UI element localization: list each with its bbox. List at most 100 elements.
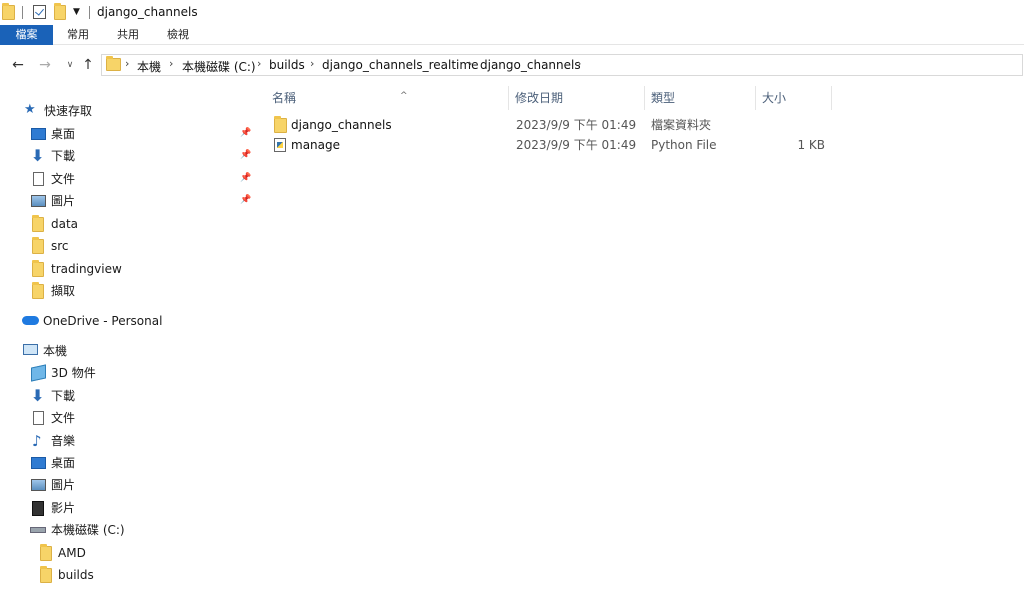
file-type: Python File: [651, 138, 717, 152]
sidebar-item-label: 3D 物件: [51, 366, 96, 380]
sidebar-item-pc-pictures[interactable]: 圖片: [30, 475, 230, 495]
desktop-icon: [31, 457, 46, 469]
sidebar-item-builds[interactable]: builds: [38, 565, 228, 585]
tab-view[interactable]: 檢視: [156, 25, 200, 45]
download-icon: ⬇: [31, 386, 45, 405]
breadcrumb-this-pc[interactable]: 本機: [137, 58, 161, 75]
sidebar-item-onedrive[interactable]: OneDrive - Personal: [22, 311, 242, 331]
breadcrumb-builds[interactable]: builds: [269, 58, 305, 72]
sidebar-item-this-pc[interactable]: 本機: [22, 341, 242, 361]
pin-icon[interactable]: 📌: [240, 127, 251, 139]
computer-icon: [23, 344, 38, 355]
sidebar-item-label: 桌面: [51, 127, 76, 141]
column-header-name[interactable]: ^ 名稱: [272, 91, 508, 115]
column-header-label: 大小: [762, 91, 787, 105]
table-row[interactable]: django_channels 2023/9/9 下午 01:49 檔案資料夾: [269, 115, 829, 135]
breadcrumb-django-channels[interactable]: django_channels: [480, 58, 581, 72]
folder-icon: [32, 237, 44, 254]
sidebar-item-label: tradingview: [51, 262, 122, 276]
sidebar-item-src[interactable]: src: [30, 236, 230, 256]
column-header-size[interactable]: 大小: [762, 91, 832, 115]
file-list: ^ 名稱 修改日期 類型 大小 django_channels 2023/9/9…: [255, 84, 1024, 590]
sidebar-item-videos[interactable]: 影片: [30, 498, 230, 518]
sidebar-item-label: 文件: [51, 172, 76, 186]
chevron-right-icon[interactable]: ›: [125, 57, 129, 70]
tab-file[interactable]: 檔案: [0, 25, 53, 45]
column-header-label: 名稱: [272, 91, 297, 105]
sidebar-item-data[interactable]: data: [30, 214, 230, 234]
sidebar-item-music[interactable]: ♪ 音樂: [30, 431, 230, 451]
window-title: django_channels: [97, 5, 198, 19]
sidebar-item-label: 文件: [51, 411, 76, 425]
column-header-label: 類型: [651, 91, 676, 105]
sidebar-item-label: 圖片: [51, 194, 76, 208]
navigation-bar: ← → ∨ ↑ › 本機 › 本機磁碟 (C:) › builds › djan…: [0, 46, 1024, 84]
column-header-modified[interactable]: 修改日期: [515, 91, 643, 115]
address-bar[interactable]: › 本機 › 本機磁碟 (C:) › builds › django_chann…: [101, 54, 1023, 76]
file-size: 1 KB: [797, 138, 825, 152]
ribbon-tabs: 檔案 常用 共用 檢視: [0, 25, 1024, 45]
breadcrumb-django-channels-realtime[interactable]: django_channels_realtime: [322, 58, 478, 72]
divider: [22, 6, 23, 19]
pin-icon[interactable]: 📌: [240, 149, 251, 161]
folder-icon: [32, 215, 44, 232]
sidebar-item-pc-desktop[interactable]: 桌面: [30, 453, 230, 473]
column-divider[interactable]: [755, 86, 756, 110]
sidebar-item-3d-objects[interactable]: 3D 物件: [30, 363, 230, 383]
up-arrow-icon[interactable]: ↑: [80, 56, 96, 74]
recent-locations-icon[interactable]: ∨: [62, 56, 78, 74]
sidebar-item-label: 本機: [43, 344, 68, 358]
sidebar-item-desktop[interactable]: 桌面 📌: [30, 124, 255, 144]
column-header-label: 修改日期: [515, 91, 564, 105]
sidebar-item-label: 音樂: [51, 434, 76, 448]
sidebar-item-pictures[interactable]: 圖片 📌: [30, 191, 255, 211]
sidebar-item-downloads[interactable]: ⬇ 下載 📌: [30, 146, 255, 166]
3d-objects-icon: [31, 364, 46, 382]
pin-icon[interactable]: 📌: [240, 172, 251, 184]
chevron-right-icon[interactable]: ›: [577, 57, 581, 70]
sidebar-item-pc-documents[interactable]: 文件: [30, 408, 230, 428]
new-folder-icon[interactable]: [54, 3, 66, 20]
sidebar-item-pc-downloads[interactable]: ⬇ 下載: [30, 386, 230, 406]
table-row[interactable]: manage 2023/9/9 下午 01:49 Python File 1 K…: [269, 135, 829, 155]
folder-icon: [32, 282, 44, 299]
sidebar-item-label: AMD: [58, 546, 86, 560]
back-arrow-icon[interactable]: ←: [10, 56, 26, 74]
music-icon: ♪: [32, 432, 42, 450]
navigation-pane: ★ 快速存取 桌面 📌 ⬇ 下載 📌 文件 📌 圖片 📌 data src tr…: [0, 84, 255, 590]
tab-home[interactable]: 常用: [56, 25, 100, 45]
picture-icon: [31, 479, 46, 491]
cloud-icon: [22, 316, 39, 325]
sidebar-item-label: 影片: [51, 501, 76, 515]
document-icon: [33, 411, 44, 425]
customize-toolbar-icon[interactable]: ▼: [73, 7, 83, 17]
breadcrumb-drive-c[interactable]: 本機磁碟 (C:): [182, 58, 256, 75]
chevron-right-icon[interactable]: ›: [468, 57, 472, 70]
sidebar-item-label: 本機磁碟 (C:): [51, 523, 125, 537]
pin-icon[interactable]: 📌: [240, 194, 251, 206]
sort-ascending-icon: ^: [400, 91, 408, 101]
sidebar-item-amd[interactable]: AMD: [38, 543, 228, 563]
chevron-right-icon[interactable]: ›: [257, 57, 261, 70]
sidebar-item-label: 桌面: [51, 456, 76, 470]
sidebar-item-capture[interactable]: 擷取: [30, 281, 230, 301]
column-header-type[interactable]: 類型: [651, 91, 755, 115]
properties-icon[interactable]: [33, 5, 46, 19]
chevron-right-icon[interactable]: ›: [169, 57, 173, 70]
sidebar-item-quick-access[interactable]: ★ 快速存取: [22, 101, 242, 121]
forward-arrow-icon[interactable]: →: [37, 56, 53, 74]
column-divider[interactable]: [644, 86, 645, 110]
title-bar: ▼ django_channels: [0, 0, 1024, 25]
chevron-right-icon[interactable]: ›: [310, 57, 314, 70]
sidebar-item-drive-c[interactable]: 本機磁碟 (C:): [30, 520, 230, 540]
sidebar-item-documents[interactable]: 文件 📌: [30, 169, 255, 189]
file-name: manage: [291, 138, 341, 152]
column-divider[interactable]: [831, 86, 832, 110]
file-modified: 2023/9/9 下午 01:49: [516, 138, 637, 152]
column-divider[interactable]: [508, 86, 509, 110]
tab-share[interactable]: 共用: [106, 25, 150, 45]
folder-icon: [274, 116, 287, 133]
python-file-icon: [274, 138, 286, 152]
sidebar-item-tradingview[interactable]: tradingview: [30, 259, 230, 279]
download-icon: ⬇: [31, 146, 45, 165]
